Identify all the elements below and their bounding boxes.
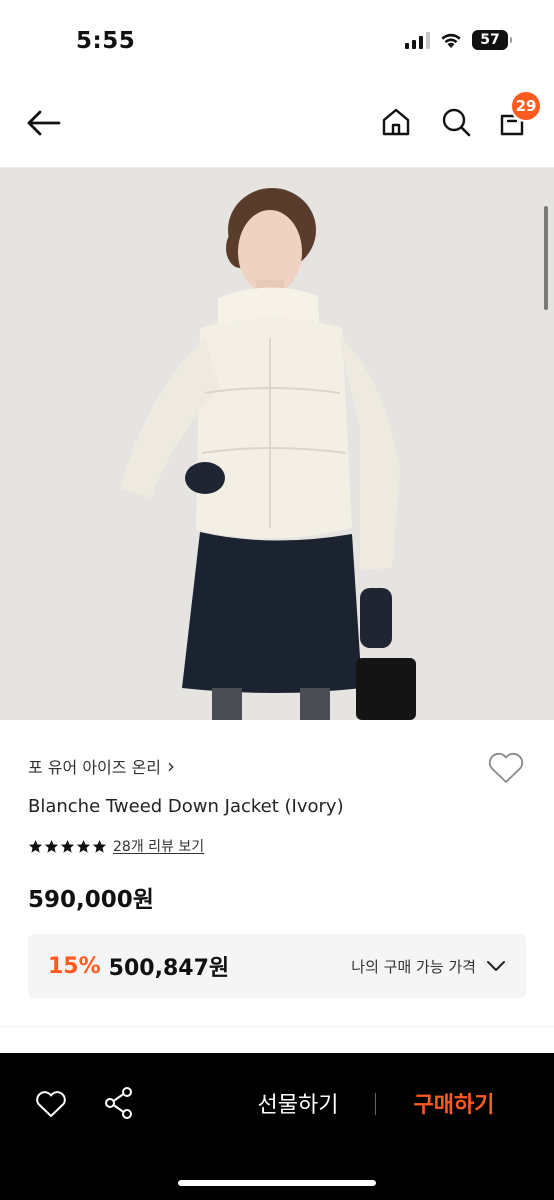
wishlist-button[interactable] [486, 748, 526, 788]
home-icon [382, 108, 410, 136]
heart-icon [36, 1091, 66, 1117]
share-button[interactable] [102, 1085, 136, 1121]
star-icon [92, 839, 107, 853]
chevron-down-icon [487, 961, 505, 971]
my-price-label: 나의 구매 가능 가격 [351, 957, 476, 976]
battery-level: 57 [480, 32, 500, 48]
discount-rate: 15% [48, 953, 101, 979]
battery-icon: 57 [472, 30, 512, 50]
discount-box[interactable]: 15% 500,847원 나의 구매 가능 가격 [28, 934, 526, 998]
button-separator [375, 1093, 376, 1115]
gift-button[interactable]: 선물하기 [226, 1083, 370, 1123]
share-icon [105, 1087, 132, 1119]
discount-price: 500,847원 [108, 956, 230, 981]
star-icon [60, 839, 75, 853]
status-bar: 5:55 57 [0, 0, 554, 80]
star-icon [44, 839, 59, 853]
status-indicators: 57 [405, 30, 512, 50]
home-button[interactable] [378, 104, 414, 140]
back-arrow-icon [27, 110, 61, 136]
star-rating [28, 839, 107, 854]
top-nav: 29 [0, 80, 554, 168]
heart-icon [488, 752, 524, 783]
star-icon [76, 839, 91, 853]
back-button[interactable] [22, 102, 64, 144]
buy-button[interactable]: 구매하기 [382, 1083, 526, 1123]
brand-name: 포 유어 아이즈 온리 [28, 758, 162, 777]
status-time: 5:55 [76, 28, 136, 54]
my-price-toggle[interactable]: 나의 구매 가능 가격 [351, 956, 506, 977]
image-scroll-indicator [544, 206, 548, 310]
product-name: Blanche Tweed Down Jacket (Ivory) [28, 796, 344, 817]
product-photo [0, 168, 554, 720]
star-icon [28, 839, 43, 853]
rating-row: 28개 리뷰 보기 [28, 836, 204, 856]
search-icon [442, 108, 471, 137]
home-indicator [178, 1180, 376, 1186]
brand-chevron-icon: › [167, 754, 176, 778]
review-link[interactable]: 28개 리뷰 보기 [113, 836, 204, 856]
cellular-signal-icon [405, 31, 430, 49]
original-price: 590,000원 [28, 887, 154, 913]
bottom-like-button[interactable] [34, 1087, 68, 1121]
bottom-action-bar: 선물하기 구매하기 [0, 1053, 554, 1200]
section-divider [0, 1026, 554, 1027]
cart-count-badge: 29 [510, 90, 542, 122]
brand-link[interactable]: 포 유어 아이즈 온리 › [28, 754, 175, 778]
product-image[interactable] [0, 168, 554, 720]
search-button[interactable] [438, 104, 474, 140]
wifi-icon [441, 33, 461, 48]
